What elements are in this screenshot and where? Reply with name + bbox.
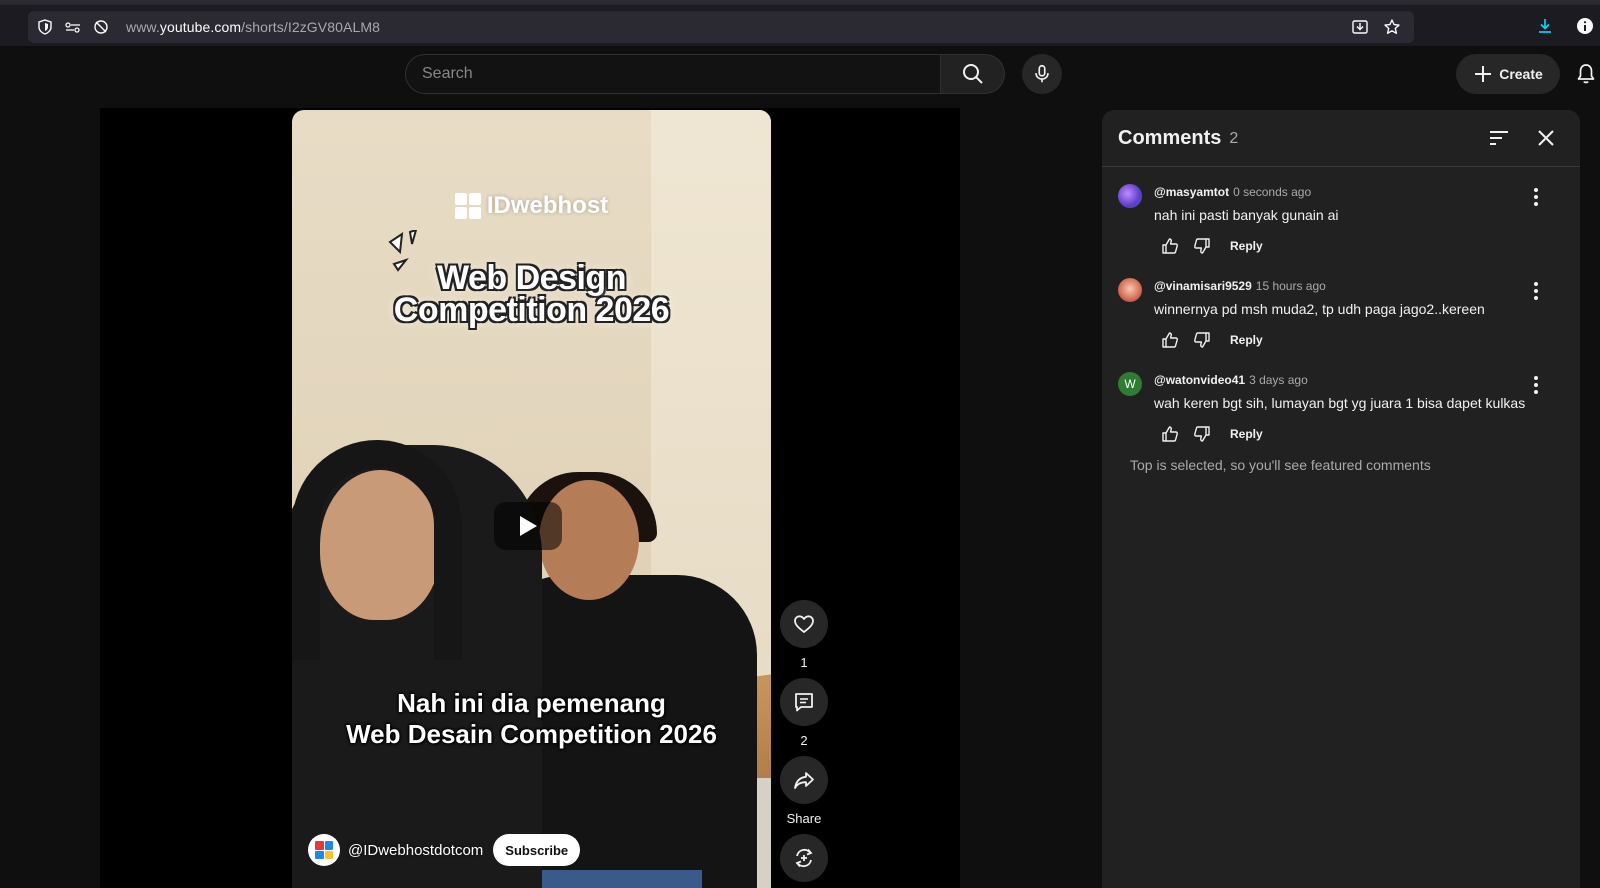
comment-item: W @watonvideo41 3 days ago wah keren bgt …: [1102, 355, 1580, 449]
search-box[interactable]: [405, 54, 941, 94]
share-button[interactable]: [780, 756, 828, 804]
video-title-overlay: Web Design Competition 2026: [292, 259, 771, 329]
comments-header: Comments 2: [1102, 110, 1580, 167]
thumbs-down-icon: [1194, 238, 1210, 254]
comment-text: winnernya pd msh muda2, tp udh paga jago…: [1154, 301, 1485, 317]
info-icon[interactable]: [1570, 11, 1600, 41]
more-options-icon[interactable]: [1528, 185, 1544, 209]
comment-avatar[interactable]: [1118, 278, 1142, 302]
comment-reply-button[interactable]: Reply: [1230, 333, 1263, 347]
comment-item: @masyamtot 0 seconds ago nah ini pasti ba…: [1102, 167, 1580, 261]
comments-button[interactable]: [780, 678, 828, 726]
video-caption-line1: Nah ini dia pemenang: [397, 688, 666, 718]
url-path: /shorts/I2zGV80ALM8: [241, 19, 380, 35]
address-bar[interactable]: www.youtube.com/shorts/I2zGV80ALM8: [28, 11, 1414, 43]
plus-icon: [1475, 66, 1492, 82]
comment-item: @vinamisari9529 15 hours ago winnernya pd…: [1102, 261, 1580, 355]
bookmark-star-icon[interactable]: [1380, 15, 1404, 39]
remix-button[interactable]: [780, 834, 828, 882]
comments-count: 2: [1229, 130, 1239, 147]
microphone-icon: [1035, 64, 1049, 83]
more-options-icon[interactable]: [1528, 373, 1544, 397]
voice-search-button[interactable]: [1022, 54, 1062, 94]
play-button[interactable]: [494, 502, 562, 550]
thumbs-up-icon: [1162, 426, 1178, 442]
video-title-line1: Web Design: [437, 259, 626, 297]
notifications-button[interactable]: [1572, 60, 1600, 88]
comment-time[interactable]: 3 days ago: [1249, 373, 1308, 387]
url-text[interactable]: www.youtube.com/shorts/I2zGV80ALM8: [126, 19, 380, 35]
shorts-video-player[interactable]: IDwebhost Web Design Competition 2026 Na…: [292, 110, 771, 888]
sort-comments-icon[interactable]: [1486, 126, 1512, 150]
heart-icon: [794, 615, 814, 633]
remix-icon: [795, 848, 813, 868]
permissions-icon[interactable]: [62, 16, 84, 38]
comment-reply-button[interactable]: Reply: [1230, 427, 1263, 441]
comment-like-button[interactable]: [1154, 327, 1186, 353]
comment-time[interactable]: 15 hours ago: [1256, 279, 1326, 293]
create-label: Create: [1499, 66, 1543, 82]
comment-icon: [795, 693, 813, 712]
comment-dislike-button[interactable]: [1186, 421, 1218, 447]
thumbs-up-icon: [1162, 332, 1178, 348]
video-person-left-hijab: [292, 440, 462, 660]
play-icon: [520, 516, 537, 536]
comment-avatar[interactable]: [1118, 184, 1142, 208]
save-page-icon[interactable]: [1348, 15, 1372, 39]
close-comments-icon[interactable]: [1534, 126, 1558, 150]
comment-count: 2: [800, 733, 808, 748]
shield-icon[interactable]: [34, 16, 56, 38]
downloads-icon[interactable]: [1530, 11, 1560, 41]
url-host: youtube.com: [159, 19, 242, 35]
comment-avatar[interactable]: W: [1118, 372, 1142, 396]
search-icon: [962, 64, 983, 84]
comment-dislike-button[interactable]: [1186, 233, 1218, 259]
subscribe-button[interactable]: Subscribe: [493, 834, 581, 866]
comment-text: nah ini pasti banyak gunain ai: [1154, 207, 1339, 223]
channel-row: @IDwebhostdotcom Subscribe: [308, 834, 581, 866]
video-caption: Nah ini dia pemenang Web Desain Competit…: [292, 688, 771, 750]
url-prefix: www.: [126, 19, 160, 35]
like-count: 1: [800, 655, 808, 670]
comment-like-button[interactable]: [1154, 233, 1186, 259]
video-title-line2: Competition 2026: [393, 291, 670, 329]
video-person-right-jeans: [542, 870, 702, 888]
channel-avatar[interactable]: [308, 834, 340, 866]
video-brand-logo: IDwebhost: [292, 192, 771, 220]
comments-title: Comments: [1118, 126, 1222, 149]
video-brand-text: IDwebhost: [486, 192, 609, 219]
share-label: Share: [786, 811, 822, 826]
thumbs-down-icon: [1194, 332, 1210, 348]
tracking-protection-off-icon[interactable]: [90, 16, 112, 38]
like-button[interactable]: [780, 600, 828, 648]
thumbs-down-icon: [1194, 426, 1210, 442]
shorts-action-rail: 1 2 Share: [778, 600, 830, 882]
comment-time[interactable]: 0 seconds ago: [1233, 185, 1311, 199]
more-options-icon[interactable]: [1528, 279, 1544, 303]
bell-icon: [1577, 64, 1595, 84]
search-button[interactable]: [941, 54, 1005, 94]
video-caption-line2: Web Desain Competition 2026: [346, 719, 717, 749]
youtube-header: Create: [0, 46, 1600, 108]
search-input[interactable]: [422, 65, 940, 83]
comment-reply-button[interactable]: Reply: [1230, 239, 1263, 253]
thumbs-up-icon: [1162, 238, 1178, 254]
comment-text: wah keren bgt sih, lumayan bgt yg juara …: [1154, 395, 1526, 411]
comment-like-button[interactable]: [1154, 421, 1186, 447]
channel-name[interactable]: @IDwebhostdotcom: [348, 842, 483, 859]
share-arrow-icon: [794, 772, 814, 789]
comments-panel: Comments 2 @masyamtot 0 seconds ago nah i…: [1102, 110, 1580, 888]
comment-dislike-button[interactable]: [1186, 327, 1218, 353]
browser-toolbar: www.youtube.com/shorts/I2zGV80ALM8: [0, 0, 1600, 46]
featured-comments-note: Top is selected, so you'll see featured …: [1130, 457, 1431, 473]
comment-author[interactable]: @masyamtot: [1154, 185, 1229, 199]
comment-avatar-letter: W: [1124, 377, 1136, 391]
brand-mark-icon: [454, 193, 481, 219]
comment-author[interactable]: @vinamisari9529: [1154, 279, 1252, 293]
comment-author[interactable]: @watonvideo41: [1154, 373, 1245, 387]
create-button[interactable]: Create: [1456, 54, 1560, 94]
